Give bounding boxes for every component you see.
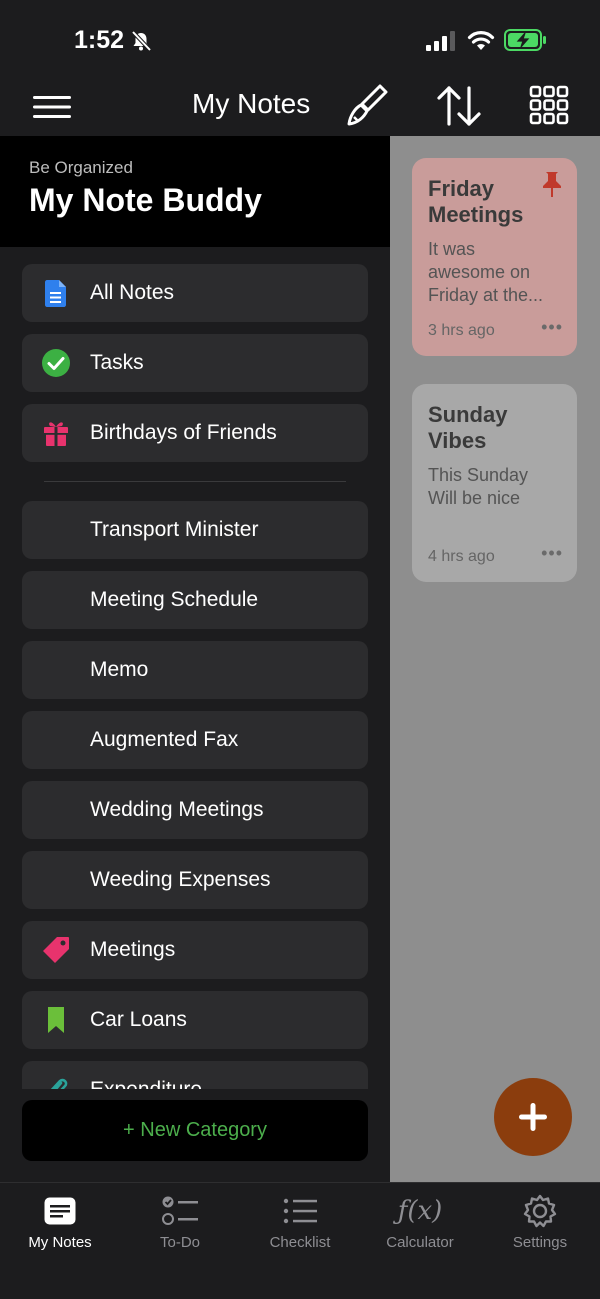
status-bar: 1:52: [0, 0, 600, 80]
category-item-augmented-fax[interactable]: Augmented Fax: [22, 711, 368, 769]
category-label: Weeding Expenses: [90, 868, 271, 891]
tab-label: Calculator: [386, 1234, 454, 1251]
note-timestamp: 4 hrs ago: [428, 548, 495, 565]
category-list[interactable]: All Notes Tasks Birthdays of Friends Tra…: [0, 247, 390, 1089]
plus-icon: [519, 1103, 547, 1131]
battery-charging-icon: [504, 29, 546, 51]
category-item-birthdays[interactable]: Birthdays of Friends: [22, 404, 368, 462]
tab-to-do[interactable]: To-Do: [120, 1183, 240, 1263]
wifi-icon: [467, 31, 495, 50]
more-options-icon[interactable]: •••: [541, 543, 563, 564]
paint-brush-icon[interactable]: [344, 82, 390, 128]
category-label: Meetings: [90, 938, 176, 961]
category-label: Car Loans: [90, 1008, 187, 1031]
note-card[interactable]: Friday Meetings It was awesome on Friday…: [412, 158, 577, 356]
checklist-icon: [280, 1193, 320, 1229]
divider: [44, 481, 346, 482]
category-item-wedding-meetings[interactable]: Wedding Meetings: [22, 781, 368, 839]
category-label: Transport Minister: [90, 518, 259, 541]
cellular-signal-icon: [426, 31, 455, 51]
category-label: Expenditure: [90, 1078, 202, 1089]
tab-label: Checklist: [269, 1234, 331, 1251]
add-note-button[interactable]: [494, 1078, 572, 1156]
side-drawer: Be Organized My Note Buddy All Notes Tas…: [0, 136, 390, 1182]
category-item-meetings[interactable]: Meetings: [22, 921, 368, 979]
hamburger-menu-icon[interactable]: [33, 94, 71, 120]
tab-label: Settings: [512, 1234, 568, 1251]
tab-label: My Notes: [28, 1234, 92, 1251]
app-header: My Notes: [0, 80, 600, 136]
note-title: Sunday Vibes: [428, 402, 508, 453]
more-options-icon[interactable]: •••: [541, 317, 563, 338]
category-label: Meeting Schedule: [90, 588, 259, 611]
sort-arrows-icon[interactable]: [436, 84, 482, 128]
category-item-all-notes[interactable]: All Notes: [22, 264, 368, 322]
bottom-tab-bar: My Notes To-Do Checklist ƒ(x) Calculator…: [0, 1182, 600, 1299]
note-card[interactable]: Sunday Vibes This Sunday Will be nice 4 …: [412, 384, 577, 582]
category-item-meeting-schedule[interactable]: Meeting Schedule: [22, 571, 368, 629]
note-body: It was awesome on Friday at the...: [428, 239, 544, 305]
note-timestamp: 3 hrs ago: [428, 322, 495, 339]
tag-icon: [43, 937, 69, 963]
notes-area: Friday Meetings It was awesome on Friday…: [390, 136, 600, 1182]
paperclip-icon: [50, 1078, 68, 1089]
document-icon: [45, 280, 66, 307]
function-icon: ƒ(x): [397, 1193, 443, 1229]
drawer-subtitle: Be Organized: [29, 158, 133, 177]
gear-icon: [520, 1193, 560, 1229]
bookmark-icon: [48, 1007, 64, 1033]
tab-my-notes[interactable]: My Notes: [0, 1183, 120, 1263]
status-time: 1:52: [74, 26, 125, 54]
category-label: Memo: [90, 658, 149, 681]
grid-view-icon[interactable]: [528, 84, 570, 126]
category-item-expenditure[interactable]: Expenditure: [22, 1061, 368, 1089]
drawer-header: Be Organized My Note Buddy: [0, 136, 390, 247]
category-item-tasks[interactable]: Tasks: [22, 334, 368, 392]
category-label: Augmented Fax: [90, 728, 239, 751]
check-circle-icon: [42, 349, 70, 377]
category-label: Birthdays of Friends: [90, 421, 277, 444]
category-label: All Notes: [90, 281, 175, 304]
function-glyph: ƒ(x): [397, 1196, 443, 1226]
todo-icon: [160, 1193, 200, 1229]
drawer-title: My Note Buddy: [29, 182, 262, 218]
note-body: This Sunday Will be nice: [428, 465, 529, 508]
category-item-memo[interactable]: Memo: [22, 641, 368, 699]
category-item-car-loans[interactable]: Car Loans: [22, 991, 368, 1049]
category-label: Wedding Meetings: [90, 798, 264, 821]
page-title: My Notes: [192, 88, 311, 119]
tab-settings[interactable]: Settings: [480, 1183, 600, 1263]
tab-label: To-Do: [159, 1234, 200, 1251]
notes-icon: [40, 1193, 80, 1229]
category-item-transport-minister[interactable]: Transport Minister: [22, 501, 368, 559]
gift-icon: [44, 422, 68, 446]
new-category-button[interactable]: + New Category: [22, 1100, 368, 1161]
tab-calculator[interactable]: ƒ(x) Calculator: [360, 1183, 480, 1263]
category-label: Tasks: [90, 351, 144, 374]
tab-checklist[interactable]: Checklist: [240, 1183, 360, 1263]
bell-off-icon: [131, 30, 152, 52]
category-item-weeding-expenses[interactable]: Weeding Expenses: [22, 851, 368, 909]
pin-icon: [543, 172, 561, 197]
